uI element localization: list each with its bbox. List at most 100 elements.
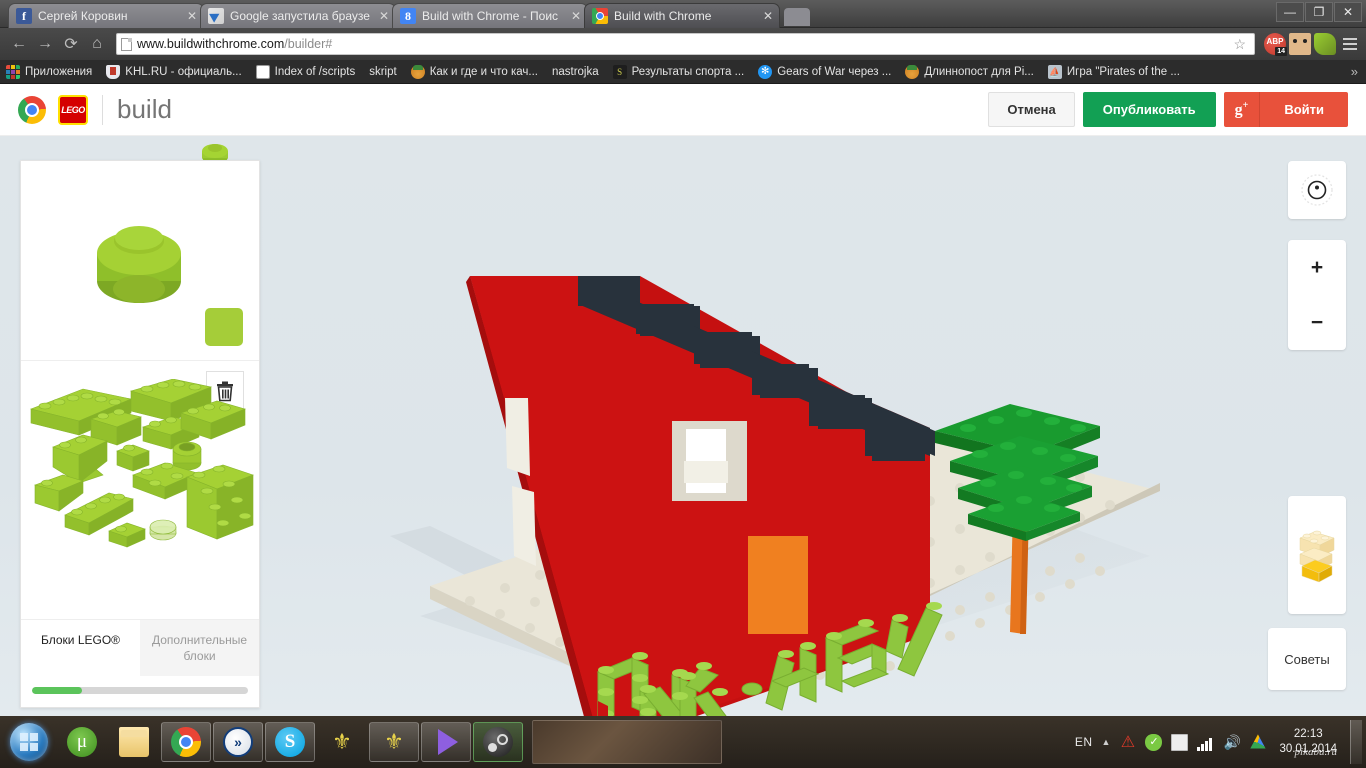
- cancel-button[interactable]: Отмена: [988, 91, 1075, 127]
- taskbar-window-preview[interactable]: [532, 720, 722, 764]
- taskbar-utorrent[interactable]: μ: [57, 722, 107, 762]
- extension-leaf-icon[interactable]: [1314, 33, 1336, 55]
- brick-palette-panel: Блоки LEGO® Дополнительные блоки: [20, 160, 260, 709]
- document-icon: [255, 64, 270, 79]
- google-drive-icon[interactable]: [1250, 734, 1266, 749]
- bookmark-apps[interactable]: Приложения: [6, 64, 92, 79]
- bookmark-kak-i-gde[interactable]: Как и где и что кач...: [410, 64, 538, 79]
- tab-close-icon[interactable]: ✕: [377, 9, 391, 23]
- page-content: LEGO build Отмена Опубликовать g+ Войти: [0, 84, 1366, 716]
- page-document-icon: [121, 37, 132, 51]
- tab-extra-bricks[interactable]: Дополнительные блоки: [140, 620, 259, 676]
- brick-stack-button[interactable]: [1288, 496, 1346, 614]
- media-player-icon: [438, 729, 458, 755]
- close-window-button[interactable]: ✕: [1334, 2, 1362, 22]
- lego-build-canvas[interactable]: Блоки LEGO® Дополнительные блоки + − Сов…: [0, 136, 1366, 716]
- tips-button[interactable]: Советы: [1268, 628, 1346, 690]
- sign-in-button[interactable]: g+ Войти: [1223, 91, 1348, 128]
- publish-button[interactable]: Опубликовать: [1082, 91, 1216, 127]
- palette-progress-bar[interactable]: [32, 687, 248, 695]
- new-tab-button[interactable]: [784, 8, 810, 26]
- taskbar-skype[interactable]: S: [265, 722, 315, 762]
- bookmark-skript[interactable]: skript: [369, 66, 396, 78]
- home-icon[interactable]: ⌂: [84, 31, 110, 57]
- taskbar-game-1[interactable]: ⚜: [317, 722, 367, 762]
- browser-tab-2[interactable]: Google запустила браузе ✕: [200, 3, 396, 28]
- bookmark-sport[interactable]: S Результаты спорта ...: [612, 64, 745, 79]
- steam-icon: [483, 727, 513, 757]
- volume-icon[interactable]: 🔊: [1223, 734, 1240, 751]
- header-divider: [102, 94, 103, 125]
- lego-logo: LEGO: [58, 94, 88, 125]
- browser-tab-1[interactable]: f Сергей Коровин ✕: [8, 3, 204, 28]
- taskbar-game-2[interactable]: ⚜: [369, 722, 419, 762]
- back-icon[interactable]: ←: [6, 31, 32, 57]
- skype-icon: S: [275, 727, 305, 757]
- zoom-out-button[interactable]: −: [1288, 295, 1346, 350]
- bookmark-label: Результаты спорта ...: [631, 65, 745, 78]
- show-desktop-button[interactable]: [1350, 720, 1362, 764]
- minimize-button[interactable]: ―: [1276, 2, 1304, 22]
- clock[interactable]: 22:13 30.01.2014 pikabu.ru: [1275, 727, 1341, 757]
- chrome-icon: [171, 727, 201, 757]
- bookmark-star-icon[interactable]: ☆: [1229, 36, 1250, 53]
- bookmark-index-scripts[interactable]: Index of /scripts: [255, 64, 355, 79]
- taskbar-media-player[interactable]: [421, 722, 471, 762]
- bookmark-label: Длиннопост для Pi...: [924, 65, 1034, 78]
- clock-time: 22:13: [1293, 728, 1323, 741]
- taskbar-teamviewer[interactable]: [213, 722, 263, 762]
- antivirus-shield-icon[interactable]: ✓: [1145, 733, 1163, 751]
- bookmark-label: Gears of War через ...: [777, 65, 892, 78]
- bookmark-khl[interactable]: KHL.RU - официаль...: [106, 64, 242, 79]
- chrome-icon: [18, 95, 46, 124]
- hamburger-menu-icon[interactable]: [1340, 33, 1360, 55]
- abp-label: ABP: [1266, 37, 1284, 46]
- tab-lego-bricks[interactable]: Блоки LEGO®: [21, 620, 140, 677]
- brick-stack-icon: [1299, 530, 1335, 583]
- reload-icon[interactable]: ⟳: [58, 31, 84, 57]
- bookmark-pirates[interactable]: Игра "Pirates of the ...: [1047, 64, 1180, 79]
- bookmark-nastrojka[interactable]: nastrojka: [552, 66, 599, 78]
- network-bars-icon[interactable]: [1197, 734, 1214, 751]
- app-header: LEGO build Отмена Опубликовать g+ Войти: [0, 84, 1366, 136]
- address-bar[interactable]: www.buildwithchrome.com/builder# ☆: [116, 33, 1255, 55]
- warning-icon[interactable]: ⚠: [1119, 734, 1136, 751]
- compass-button[interactable]: [1288, 161, 1346, 219]
- forward-icon[interactable]: →: [32, 31, 58, 57]
- taskbar-explorer[interactable]: [109, 722, 159, 762]
- game-icon-2: ⚜: [384, 729, 404, 754]
- chrome-icon: [592, 8, 608, 24]
- lego-wordmark: LEGO: [61, 104, 85, 115]
- start-button[interactable]: [2, 720, 56, 764]
- action-center-flag-icon[interactable]: [1171, 733, 1189, 751]
- tab-close-icon[interactable]: ✕: [185, 9, 199, 23]
- windows-taskbar: μ S ⚜ ⚜ EN ▲ ⚠ ✓ 🔊 22:13 30.01.2014 pika…: [0, 716, 1366, 768]
- teamviewer-icon: [223, 727, 253, 757]
- explorer-icon: [119, 727, 149, 757]
- page-title: build: [117, 94, 172, 124]
- facebook-icon: f: [16, 8, 32, 24]
- bookmark-label: nastrojka: [551, 65, 599, 78]
- bookmarks-overflow-icon[interactable]: »: [1351, 64, 1360, 79]
- adblock-plus-icon[interactable]: ABP 14: [1264, 33, 1287, 56]
- language-indicator[interactable]: EN: [1075, 735, 1093, 749]
- browser-tab-4-active[interactable]: Build with Chrome ✕: [584, 3, 780, 28]
- browser-tab-3[interactable]: 8 Build with Chrome - Поис ✕: [392, 3, 588, 28]
- utorrent-icon: μ: [67, 727, 97, 757]
- taskbar-steam[interactable]: [473, 722, 523, 762]
- available-bricks[interactable]: [21, 379, 257, 609]
- brick-grid[interactable]: [21, 361, 259, 619]
- bookmark-dlinnopost[interactable]: Длиннопост для Pi...: [905, 64, 1034, 79]
- tab-close-icon[interactable]: ✕: [569, 9, 583, 23]
- zoom-in-button[interactable]: +: [1288, 240, 1346, 295]
- restore-button[interactable]: ❐: [1305, 2, 1333, 22]
- tab-close-icon[interactable]: ✕: [761, 9, 775, 23]
- google-news-icon: [208, 8, 224, 24]
- url-path: /builder#: [284, 37, 333, 51]
- color-swatch[interactable]: [205, 308, 243, 346]
- game-icon-1: ⚜: [332, 729, 352, 754]
- taskbar-chrome[interactable]: [161, 722, 211, 762]
- bookmark-gears-of-war[interactable]: Gears of War через ...: [758, 64, 892, 79]
- extension-box-icon[interactable]: [1289, 33, 1311, 55]
- tray-expand-icon[interactable]: ▲: [1102, 737, 1111, 747]
